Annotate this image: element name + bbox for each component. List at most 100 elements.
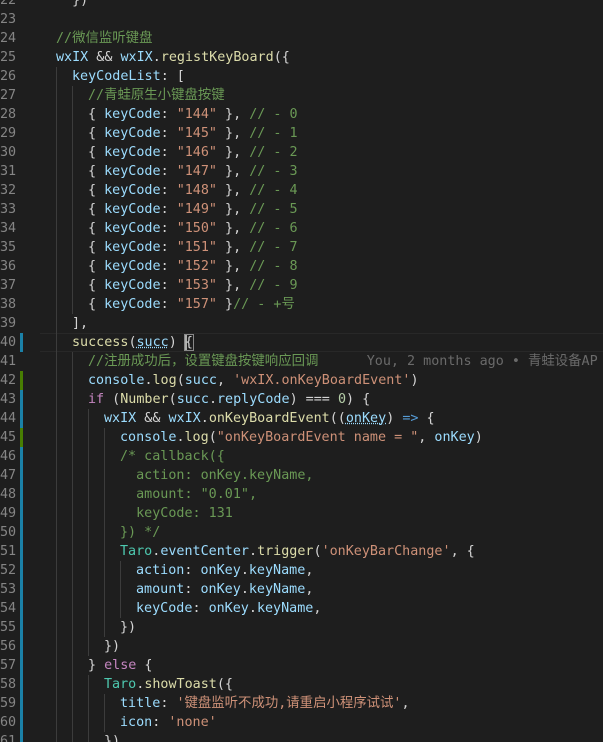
- code-line[interactable]: 33 { keyCode: "149" }, // - 5: [0, 200, 603, 219]
- code-line[interactable]: 34 { keyCode: "150" }, // - 6: [0, 219, 603, 238]
- code-line[interactable]: 49 keyCode: 131: [0, 504, 603, 523]
- git-modified-marker[interactable]: [20, 409, 23, 428]
- code-text[interactable]: console.log("onKeyBoardEvent name = ", o…: [120, 428, 483, 447]
- code-line[interactable]: 25 wxIX && wxIX.registKeyBoard({: [0, 48, 603, 67]
- git-modified-marker[interactable]: [20, 675, 23, 694]
- git-modified-marker[interactable]: [20, 447, 23, 466]
- code-text[interactable]: }) */: [120, 523, 160, 542]
- code-text[interactable]: }): [120, 618, 136, 637]
- git-modified-marker[interactable]: [20, 466, 23, 485]
- code-text[interactable]: Taro.showToast({: [104, 675, 233, 694]
- git-modified-marker[interactable]: [20, 485, 23, 504]
- code-line[interactable]: 35 { keyCode: "151" }, // - 7: [0, 238, 603, 257]
- code-text[interactable]: { keyCode: "153" }, // - 9: [88, 276, 298, 295]
- code-text[interactable]: { keyCode: "150" }, // - 6: [88, 219, 298, 238]
- code-text[interactable]: { keyCode: "145" }, // - 1: [88, 124, 298, 143]
- git-modified-marker[interactable]: [20, 542, 23, 561]
- code-line[interactable]: 43 if (Number(succ.replyCode) === 0) {: [0, 390, 603, 409]
- git-modified-marker[interactable]: [20, 637, 23, 656]
- code-text[interactable]: Taro.eventCenter.trigger('onKeyBarChange…: [120, 542, 475, 561]
- git-modified-marker[interactable]: [20, 580, 23, 599]
- code-line[interactable]: 39],: [0, 314, 603, 333]
- code-text[interactable]: { keyCode: "149" }, // - 5: [88, 200, 298, 219]
- code-text[interactable]: success(succ) {: [72, 333, 194, 352]
- code-text[interactable]: { keyCode: "144" }, // - 0: [88, 105, 298, 124]
- git-modified-marker[interactable]: [20, 713, 23, 732]
- code-text[interactable]: action: onKey.keyName,: [120, 466, 313, 485]
- code-line[interactable]: 55}): [0, 618, 603, 637]
- code-line[interactable]: 58 Taro.showToast({: [0, 675, 603, 694]
- code-line[interactable]: 50}) */: [0, 523, 603, 542]
- code-line[interactable]: 24 //微信监听键盘: [0, 29, 603, 48]
- code-text[interactable]: { keyCode: "146" }, // - 2: [88, 143, 298, 162]
- code-text[interactable]: amount: onKey.keyName,: [136, 580, 313, 599]
- git-modified-marker[interactable]: [20, 618, 23, 637]
- code-line[interactable]: 45 console.log("onKeyBoardEvent name = ",…: [0, 428, 603, 447]
- code-line[interactable]: 44 wxIX && wxIX.onKeyBoardEvent((onKey) =…: [0, 409, 603, 428]
- code-text[interactable]: keyCodeList: [: [72, 67, 185, 86]
- code-line[interactable]: 30 { keyCode: "146" }, // - 2: [0, 143, 603, 162]
- code-line[interactable]: 26 keyCodeList: [: [0, 67, 603, 86]
- code-text[interactable]: { keyCode: "148" }, // - 4: [88, 181, 298, 200]
- git-added-marker[interactable]: [20, 428, 23, 447]
- git-modified-marker[interactable]: [20, 732, 23, 742]
- code-text[interactable]: keyCode: onKey.keyName,: [136, 599, 321, 618]
- code-line[interactable]: 61}): [0, 732, 603, 742]
- code-line[interactable]: 40 success(succ) {: [0, 333, 603, 352]
- code-line[interactable]: 28 { keyCode: "144" }, // - 0: [0, 105, 603, 124]
- code-line[interactable]: 46 /* callback({: [0, 447, 603, 466]
- code-line[interactable]: 37 { keyCode: "153" }, // - 9: [0, 276, 603, 295]
- code-text[interactable]: action: onKey.keyName,: [136, 561, 313, 580]
- code-text[interactable]: { keyCode: "152" }, // - 8: [88, 257, 298, 276]
- code-line[interactable]: 59 title: '键盘监听不成功,请重启小程序试试',: [0, 694, 603, 713]
- code-line[interactable]: 32 { keyCode: "148" }, // - 4: [0, 181, 603, 200]
- code-line[interactable]: 54 keyCode: onKey.keyName,: [0, 599, 603, 618]
- code-line[interactable]: 42 console.log(succ, 'wxIX.onKeyBoardEven…: [0, 371, 603, 390]
- git-modified-marker[interactable]: [20, 390, 23, 409]
- code-text[interactable]: //青蛙原生小键盘按键: [88, 86, 225, 105]
- code-text[interactable]: keyCode: 131: [120, 504, 233, 523]
- code-line[interactable]: 53 amount: onKey.keyName,: [0, 580, 603, 599]
- code-text[interactable]: } else {: [88, 656, 153, 675]
- code-line[interactable]: 27 //青蛙原生小键盘按键: [0, 86, 603, 105]
- code-text[interactable]: }): [104, 732, 120, 742]
- git-modified-marker[interactable]: [20, 599, 23, 618]
- code-text[interactable]: }): [104, 637, 120, 656]
- code-line[interactable]: 51 Taro.eventCenter.trigger('onKeyBarChan…: [0, 542, 603, 561]
- git-modified-marker[interactable]: [20, 656, 23, 675]
- code-text[interactable]: console.log(succ, 'wxIX.onKeyBoardEvent'…: [88, 371, 419, 390]
- code-line[interactable]: 36 { keyCode: "152" }, // - 8: [0, 257, 603, 276]
- git-added-marker[interactable]: [20, 371, 23, 390]
- code-text[interactable]: amount: "0.01",: [120, 485, 257, 504]
- git-modified-marker[interactable]: [20, 694, 23, 713]
- code-line[interactable]: 22 }): [0, 0, 603, 10]
- code-text[interactable]: //注册成功后，设置键盘按键响应回调 You, 2 months ago • 青…: [88, 352, 598, 371]
- git-modified-marker[interactable]: [20, 333, 23, 352]
- git-modified-marker[interactable]: [20, 561, 23, 580]
- code-text[interactable]: wxIX && wxIX.onKeyBoardEvent((onKey) => …: [104, 409, 435, 428]
- code-text[interactable]: }): [56, 0, 88, 10]
- code-text[interactable]: title: '键盘监听不成功,请重启小程序试试',: [120, 694, 410, 713]
- code-line[interactable]: 41 //注册成功后，设置键盘按键响应回调 You, 2 months ago •…: [0, 352, 603, 371]
- code-text[interactable]: { keyCode: "151" }, // - 7: [88, 238, 298, 257]
- code-editor[interactable]: 22 }) 23 24//微信监听键盘 25 wxIX && wxIX.registKe…: [0, 0, 603, 742]
- code-line[interactable]: 60 icon: 'none': [0, 713, 603, 732]
- code-text[interactable]: ],: [72, 314, 88, 333]
- code-text[interactable]: /* callback({: [120, 447, 225, 466]
- code-text[interactable]: if (Number(succ.replyCode) === 0) {: [88, 390, 370, 409]
- code-text[interactable]: wxIX && wxIX.registKeyBoard({: [56, 48, 290, 67]
- code-line[interactable]: 29 { keyCode: "145" }, // - 1: [0, 124, 603, 143]
- code-text[interactable]: icon: 'none': [120, 713, 217, 732]
- code-line[interactable]: 31 { keyCode: "147" }, // - 3: [0, 162, 603, 181]
- code-line[interactable]: 23: [0, 10, 603, 29]
- code-text[interactable]: { keyCode: "147" }, // - 3: [88, 162, 298, 181]
- code-line[interactable]: 57} else {: [0, 656, 603, 675]
- code-line[interactable]: 38 { keyCode: "157" }// - +号: [0, 295, 603, 314]
- code-line[interactable]: 56}): [0, 637, 603, 656]
- code-line[interactable]: 48 amount: "0.01",: [0, 485, 603, 504]
- git-modified-marker[interactable]: [20, 523, 23, 542]
- code-line[interactable]: 47 action: onKey.keyName,: [0, 466, 603, 485]
- code-text[interactable]: //微信监听键盘: [56, 29, 152, 48]
- git-modified-marker[interactable]: [20, 504, 23, 523]
- code-text[interactable]: { keyCode: "157" }// - +号: [88, 295, 295, 314]
